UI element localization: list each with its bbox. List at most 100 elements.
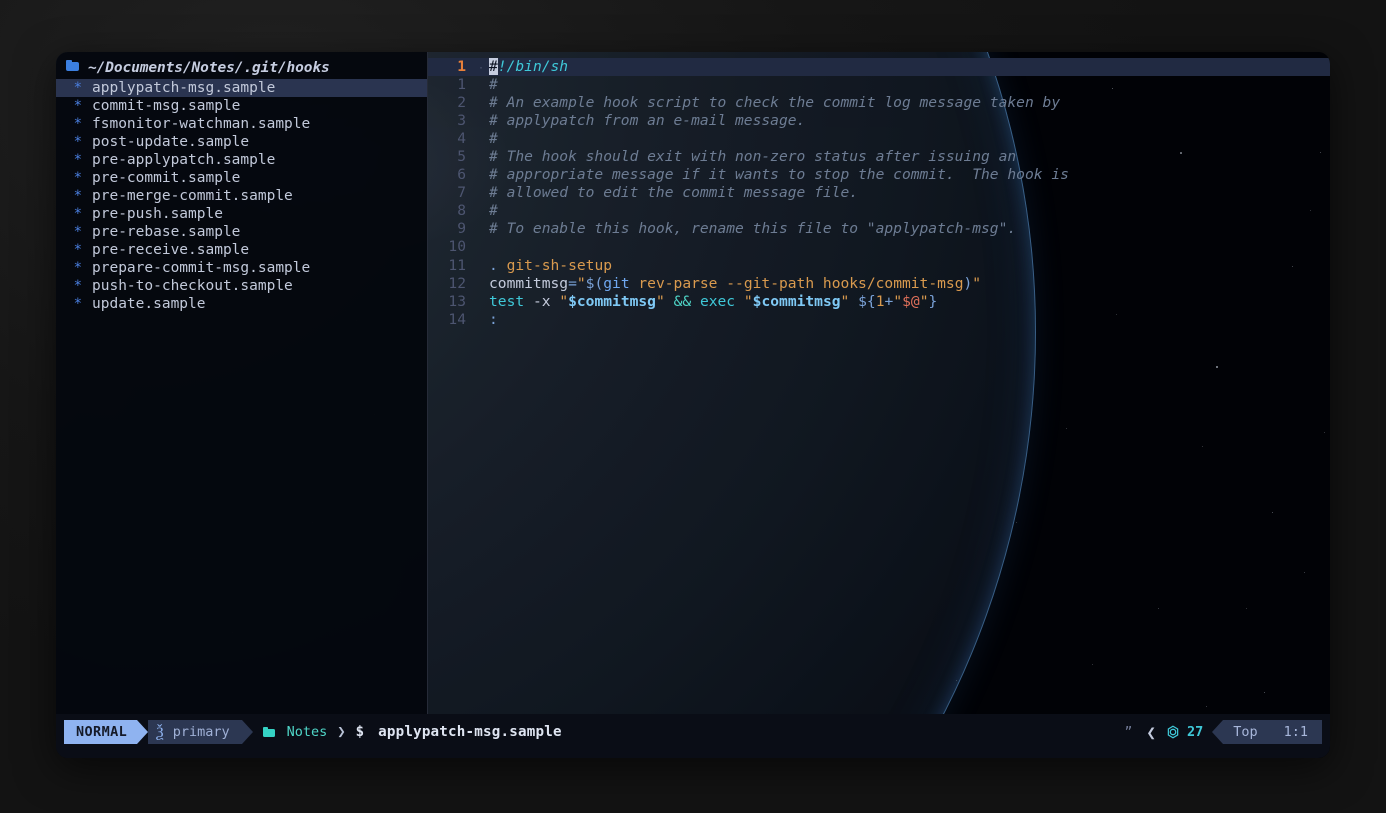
code-line[interactable]: 12 commitmsg="$(git rev-parse --git-path …	[428, 275, 1330, 293]
status-git-changes[interactable]: 27	[1160, 720, 1212, 744]
position-arrow-icon	[1212, 720, 1224, 744]
file-tree-item[interactable]: * push-to-checkout.sample	[56, 277, 427, 295]
code-line-text: :	[489, 310, 498, 328]
folder-icon	[66, 60, 79, 71]
status-mode: NORMAL	[64, 720, 138, 744]
code-line-text: test -x "$commitmsg" && exec "$commitmsg…	[489, 292, 938, 310]
code-line[interactable]: 1 #	[428, 76, 1330, 94]
code-line[interactable]: 2 # An example hook script to check the c…	[428, 94, 1330, 112]
code-line[interactable]: 14:	[428, 311, 1330, 329]
executable-star-icon: *	[73, 170, 82, 186]
status-branch[interactable]: Ѯ primary	[148, 720, 242, 744]
code-line-text: #	[489, 202, 498, 220]
file-tree-item[interactable]: * prepare-commit-msg.sample	[56, 259, 427, 277]
code-line-text: # To enable this hook, rename this file …	[489, 220, 1017, 238]
code-line[interactable]: 9 # To enable this hook, rename this file…	[428, 220, 1330, 238]
status-git-count: 27	[1186, 724, 1204, 740]
line-number: 1	[457, 58, 466, 75]
file-tree-item[interactable]: * pre-commit.sample	[56, 169, 427, 187]
code-line[interactable]: 7 # allowed to edit the commit message fi…	[428, 184, 1330, 202]
executable-star-icon: *	[73, 206, 82, 222]
code-line[interactable]: 11 . git-sh-setup	[428, 257, 1330, 275]
file-tree-item-label: pre-commit.sample	[92, 170, 241, 186]
executable-star-icon: *	[73, 260, 82, 276]
status-branch-label: primary	[172, 724, 230, 740]
shell-prompt-icon: $	[355, 724, 365, 740]
code-line-text: . git-sh-setup	[489, 256, 613, 274]
status-cursor-position: 1:1	[1283, 724, 1308, 740]
file-tree-item-label: fsmonitor-watchman.sample	[92, 116, 311, 132]
code-line-text: commitmsg="$(git rev-parse --git-path ho…	[489, 274, 982, 292]
file-tree-item-label: prepare-commit-msg.sample	[92, 260, 311, 276]
file-tree-item[interactable]: * applypatch-msg.sample	[56, 79, 427, 97]
file-tree-item-label: push-to-checkout.sample	[92, 278, 293, 294]
line-number: 2	[457, 94, 466, 112]
code-line-current[interactable]: 1 · #!/bin/sh	[428, 58, 1330, 77]
code-line[interactable]: 13 test -x "$commitmsg" && exec "$commitm…	[428, 293, 1330, 311]
code-line-text: #	[489, 130, 498, 148]
file-tree-item-label: pre-rebase.sample	[92, 224, 241, 240]
line-number: 1	[457, 76, 466, 94]
code-editor-pane[interactable]: 1 · #!/bin/sh 1 #2 # An example hook script t…	[428, 52, 1330, 714]
file-tree-item[interactable]: * update.sample	[56, 295, 427, 313]
executable-star-icon: *	[73, 224, 82, 240]
file-tree-path-label: ~/Documents/Notes/.git/hooks	[88, 60, 330, 76]
code-line-text: # An example hook script to check the co…	[489, 94, 1061, 112]
status-line: NORMAL Ѯ primary Notes ❯ $ applypatch-ms…	[56, 714, 1330, 758]
branch-arrow-icon	[241, 720, 253, 744]
code-line-text: # allowed to edit the commit message fil…	[489, 184, 859, 202]
line-number: 4	[457, 130, 466, 148]
file-tree-item[interactable]: * pre-push.sample	[56, 205, 427, 223]
file-tree-item-label: pre-receive.sample	[92, 242, 250, 258]
code-line[interactable]: 3 # applypatch from an e-mail message.	[428, 112, 1330, 130]
code-line[interactable]: 6 # appropriate message if it wants to st…	[428, 166, 1330, 184]
status-position: Top 1:1	[1223, 720, 1322, 744]
executable-star-icon: *	[73, 242, 82, 258]
file-tree-sidebar[interactable]: ~/Documents/Notes/.git/hooks * applypatch…	[56, 52, 427, 714]
line-number: 5	[457, 148, 466, 166]
code-line[interactable]: 4 #	[428, 130, 1330, 148]
executable-star-icon: *	[73, 98, 82, 114]
file-tree-list[interactable]: * applypatch-msg.sample * commit-msg.sample…	[56, 79, 427, 313]
line-number: 11	[448, 256, 466, 274]
status-quote-mark: ”	[1114, 720, 1142, 744]
line-number: 8	[457, 202, 466, 220]
folder-icon	[262, 726, 275, 737]
mode-arrow-icon	[137, 720, 149, 744]
file-tree-item[interactable]: * fsmonitor-watchman.sample	[56, 115, 427, 133]
executable-star-icon: *	[73, 278, 82, 294]
chevron-left-icon: ❮	[1146, 722, 1156, 742]
code-line-text: # applypatch from an e-mail message.	[489, 112, 806, 130]
file-tree-item[interactable]: * post-update.sample	[56, 133, 427, 151]
file-tree-item-label: pre-merge-commit.sample	[92, 188, 293, 204]
code-line-text: # The hook should exit with non-zero sta…	[489, 148, 1017, 166]
line-number: 6	[457, 166, 466, 184]
code-line-text: #!/bin/sh	[489, 58, 569, 75]
code-line[interactable]: 5 # The hook should exit with non-zero st…	[428, 148, 1330, 166]
executable-star-icon: *	[73, 134, 82, 150]
status-project-label: Notes	[286, 724, 328, 740]
file-tree-item-label: pre-push.sample	[92, 206, 223, 222]
file-tree-item[interactable]: * pre-merge-commit.sample	[56, 187, 427, 205]
git-commit-icon	[1167, 725, 1179, 739]
executable-star-icon: *	[73, 152, 82, 168]
file-tree-item[interactable]: * pre-applypatch.sample	[56, 151, 427, 169]
file-tree-item-label: applypatch-msg.sample	[92, 80, 276, 96]
executable-star-icon: *	[73, 296, 82, 312]
status-left-chevron: ❮	[1142, 720, 1160, 744]
code-lines[interactable]: 1 · #!/bin/sh 1 #2 # An example hook script t…	[428, 58, 1330, 329]
code-line[interactable]: 10	[428, 238, 1330, 256]
file-tree-item[interactable]: * pre-rebase.sample	[56, 223, 427, 241]
status-breadcrumb[interactable]: Notes ❯ $ applypatch-msg.sample	[253, 720, 572, 744]
file-tree-item[interactable]: * pre-receive.sample	[56, 241, 427, 259]
line-number: 13	[448, 292, 466, 310]
file-tree-item[interactable]: * commit-msg.sample	[56, 97, 427, 115]
file-tree-item-label: post-update.sample	[92, 134, 250, 150]
editor-window: ~/Documents/Notes/.git/hooks * applypatch…	[56, 52, 1330, 758]
line-number: 12	[448, 274, 466, 292]
code-line[interactable]: 8 #	[428, 202, 1330, 220]
quote-icon: ”	[1124, 724, 1133, 740]
line-number: 10	[448, 238, 466, 256]
line-number: 14	[448, 310, 466, 328]
code-line-text: #	[489, 76, 498, 94]
